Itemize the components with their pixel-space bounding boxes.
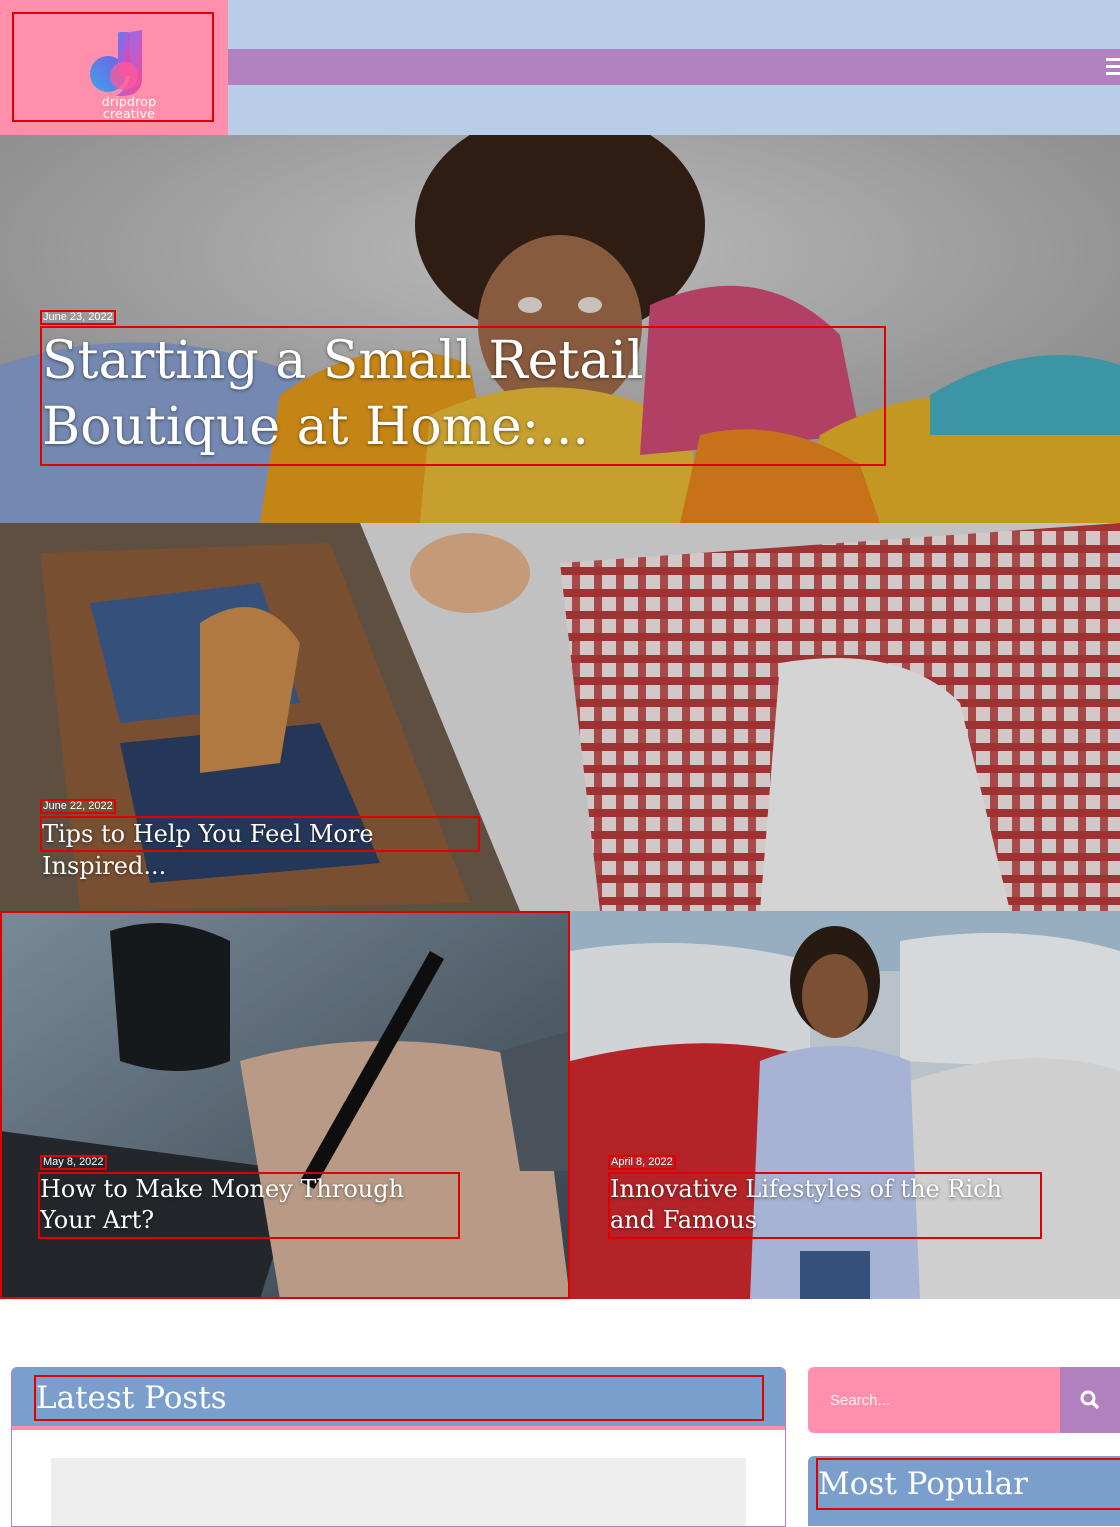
logo-wordmark: dripdrop creative (74, 95, 184, 121)
post-date: June 22, 2022 (40, 799, 116, 814)
featured-image-4 (570, 911, 1120, 1299)
latest-posts-header: Latest Posts (12, 1368, 785, 1430)
logo-line2: creative (102, 106, 156, 121)
latest-post-thumbnail[interactable] (51, 1458, 746, 1526)
site-logo-link[interactable]: dripdrop creative (12, 12, 214, 122)
section-heading: Latest Posts (34, 1375, 764, 1421)
post-title[interactable]: Tips to Help You Feel More Inspired... (40, 816, 480, 880)
search-icon (1080, 1390, 1099, 1409)
featured-post-2[interactable]: June 22, 2022 Tips to Help You Feel More… (0, 523, 1120, 911)
featured-post-3[interactable]: May 8, 2022 How to Make Money Through Yo… (0, 911, 570, 1299)
most-popular-section: Most Popular (808, 1456, 1120, 1526)
logo-icon (90, 30, 142, 96)
post-date: April 8, 2022 (608, 1155, 676, 1170)
search-input[interactable] (808, 1367, 1060, 1433)
featured-post-1[interactable]: June 23, 2022 Starting a Small Retail Bo… (0, 135, 1120, 523)
site-header: dripdrop creative (0, 0, 1120, 135)
section-heading: Most Popular (816, 1458, 1120, 1510)
hamburger-menu-icon[interactable] (1106, 58, 1120, 76)
post-date: May 8, 2022 (40, 1155, 107, 1170)
post-title[interactable]: Starting a Small Retail Boutique at Home… (40, 326, 886, 466)
featured-image-2 (0, 523, 1120, 911)
featured-image-3 (0, 911, 570, 1299)
post-date: June 23, 2022 (40, 310, 116, 325)
post-title[interactable]: Innovative Lifestyles of the Rich and Fa… (608, 1172, 1042, 1239)
search-form (808, 1367, 1120, 1433)
nav-bar (228, 49, 1120, 85)
latest-posts-section: Latest Posts (11, 1367, 786, 1527)
featured-post-4[interactable]: April 8, 2022 Innovative Lifestyles of t… (570, 911, 1120, 1299)
post-title[interactable]: How to Make Money Through Your Art? (38, 1172, 460, 1239)
search-button[interactable] (1060, 1367, 1120, 1433)
